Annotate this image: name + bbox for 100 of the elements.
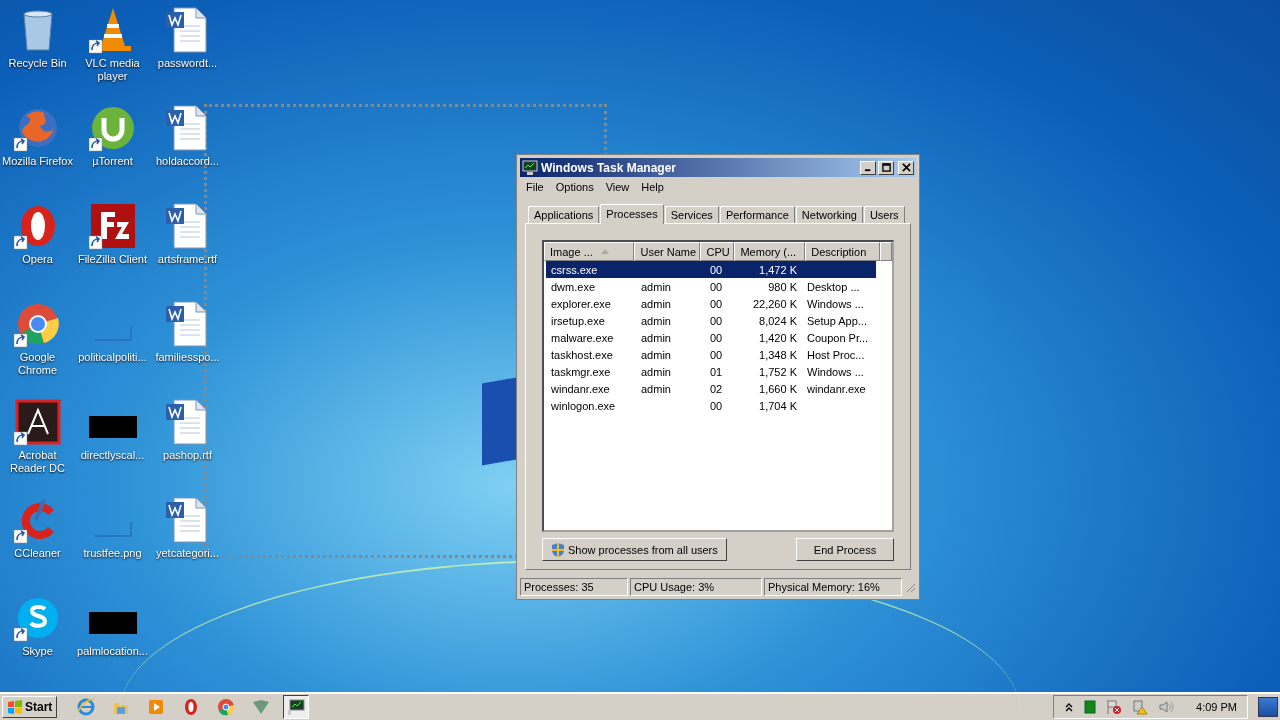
- table-cell-text: windanr.exe: [550, 382, 611, 395]
- browser-icon: [77, 698, 96, 716]
- table-cell-text: 22,260 K: [751, 297, 798, 310]
- column-header[interactable]: CPU: [700, 242, 735, 261]
- table-cell-text: taskhost.exe: [550, 348, 614, 361]
- pdf-icon[interactable]: [13, 398, 62, 446]
- table-cell: Coupon Pr...: [807, 331, 869, 344]
- desktop-icon-label[interactable]: artsframe.rtf: [157, 253, 218, 266]
- column-header[interactable]: User Name: [634, 242, 701, 261]
- table-cell-text: 980 K: [767, 280, 798, 293]
- taskbar-app-button[interactable]: [283, 695, 310, 719]
- desktop-icon-label[interactable]: VLC media player: [75, 57, 150, 83]
- table-cell: admin: [641, 280, 671, 293]
- process-row[interactable]: malware.exe admin 00 1,420 K Coupon Pr...: [546, 329, 876, 346]
- desktop-icon-label[interactable]: Opera: [22, 253, 53, 266]
- show-all-processes-button[interactable]: Show processes from all users: [542, 538, 727, 561]
- process-row[interactable]: explorer.exe admin 00 22,260 K Windows ...: [546, 295, 876, 312]
- table-cell-text: 1,704 K: [758, 399, 798, 412]
- table-cell-text: 8,024 K: [758, 314, 798, 327]
- end-process-button[interactable]: End Process: [796, 538, 894, 561]
- process-row[interactable]: taskhost.exe admin 00 1,348 K Host Proc...: [546, 346, 876, 363]
- flag-icon[interactable]: [1106, 699, 1123, 715]
- table-cell: admin: [641, 348, 671, 361]
- table-cell: admin: [641, 365, 671, 378]
- table-cell: admin: [641, 314, 671, 327]
- desktop-icon-label[interactable]: Mozilla Firefox: [2, 155, 73, 168]
- process-row[interactable]: winlogon.exe 00 1,704 K: [546, 397, 876, 414]
- table-cell-text: taskmgr.exe: [550, 365, 612, 378]
- process-row[interactable]: taskmgr.exe admin 01 1,752 K Windows ...: [546, 363, 876, 380]
- start-button[interactable]: Start: [2, 696, 58, 718]
- table-cell-text: 00: [708, 348, 724, 361]
- table-cell: Host Proc...: [807, 348, 865, 361]
- column-header[interactable]: Memory (...: [734, 242, 806, 261]
- table-cell-text: 00: [708, 297, 724, 310]
- table-cell: windanr.exe: [807, 382, 866, 395]
- table-cell-text: 00: [708, 399, 724, 412]
- table-cell-text: csrss.exe: [550, 263, 599, 276]
- show-desktop-button[interactable]: [1258, 697, 1278, 717]
- process-row[interactable]: irsetup.exe admin 00 8,024 K Setup App...: [546, 312, 876, 329]
- status-text: Processes: 35: [520, 578, 628, 596]
- table-cell-text: 00: [708, 263, 724, 276]
- desktop-icon-label[interactable]: CCleaner: [14, 547, 61, 560]
- menu-item[interactable]: File: [526, 181, 544, 193]
- process-row[interactable]: windanr.exe admin 02 1,660 K windanr.exe: [546, 380, 876, 397]
- table-cell-text: 00: [708, 331, 724, 344]
- desktop-icon-label[interactable]: palmlocation...: [77, 645, 148, 658]
- desktop-icon-label[interactable]: Acrobat Reader DC: [0, 449, 75, 475]
- status-text: CPU Usage: 3%: [630, 578, 762, 596]
- process-row[interactable]: dwm.exe admin 00 980 K Desktop ...: [546, 278, 876, 295]
- monitor-icon: [287, 698, 306, 716]
- desktop-icon-label[interactable]: µTorrent: [92, 155, 133, 168]
- menu-item[interactable]: Help: [641, 181, 664, 193]
- monitor-icon: [522, 159, 538, 176]
- ftp-icon[interactable]: [88, 202, 137, 250]
- table-cell-text: 1,660 K: [758, 382, 798, 395]
- table-cell-text: irsetup.exe: [550, 314, 606, 327]
- resize-grip-icon[interactable]: [904, 581, 916, 593]
- desktop-icon-label[interactable]: politicalpoliti...: [78, 351, 147, 364]
- table-cell: Windows ...: [807, 297, 864, 310]
- desktop-icon-label[interactable]: Recycle Bin: [8, 57, 67, 70]
- tab[interactable]: Services: [664, 206, 719, 223]
- table-cell-text: winlogon.exe: [550, 399, 617, 412]
- desktop-icon-label[interactable]: Google Chrome: [0, 351, 75, 377]
- clock[interactable]: 4:09 PM: [1196, 701, 1237, 713]
- table-cell-text: explorer.exe: [550, 297, 612, 310]
- column-header[interactable]: Description: [805, 242, 880, 261]
- desktop-icon-label[interactable]: passwordt...: [157, 57, 218, 70]
- desktop-icon-label[interactable]: holdaccord...: [156, 155, 219, 168]
- table-cell-text: dwm.exe: [550, 280, 597, 293]
- table-cell: Windows ...: [807, 365, 864, 378]
- table-cell-text: 1,348 K: [758, 348, 798, 361]
- table-cell-text: 01: [708, 365, 724, 378]
- tab[interactable]: Performance: [719, 206, 795, 223]
- process-row[interactable]: csrss.exe 00 1,472 K: [546, 261, 876, 278]
- table-cell-text: 1,752 K: [758, 365, 798, 378]
- window-title: Windows Task Manager: [541, 160, 678, 175]
- table-cell: Setup App...: [807, 314, 867, 327]
- windows-logo-icon: [7, 699, 23, 715]
- menu-item[interactable]: View: [605, 181, 630, 193]
- tab[interactable]: Processes: [600, 204, 664, 224]
- table-cell: admin: [641, 331, 671, 344]
- maximize-button[interactable]: [878, 160, 894, 175]
- table-cell-text: 00: [708, 280, 724, 293]
- tab[interactable]: Applications: [528, 206, 600, 223]
- tab[interactable]: Networking: [795, 206, 863, 223]
- play-icon: [147, 698, 166, 716]
- close-button[interactable]: [898, 160, 914, 175]
- desktop-icon-label[interactable]: Skype: [22, 645, 53, 658]
- table-cell-text: malware.exe: [550, 331, 615, 344]
- chevron-up-icon[interactable]: [1064, 702, 1075, 712]
- table-cell: Desktop ...: [807, 280, 860, 293]
- table-cell: admin: [641, 297, 671, 310]
- tab[interactable]: Users: [863, 206, 905, 223]
- menu-item[interactable]: Options: [555, 181, 594, 193]
- table-cell-text: 00: [708, 314, 724, 327]
- desktop-icon-label[interactable]: FileZilla Client: [77, 253, 148, 266]
- minimize-button[interactable]: [860, 160, 876, 175]
- table-cell-text: 1,472 K: [758, 263, 798, 276]
- close-icon: [901, 163, 911, 172]
- column-header[interactable]: Image ...: [544, 242, 635, 261]
